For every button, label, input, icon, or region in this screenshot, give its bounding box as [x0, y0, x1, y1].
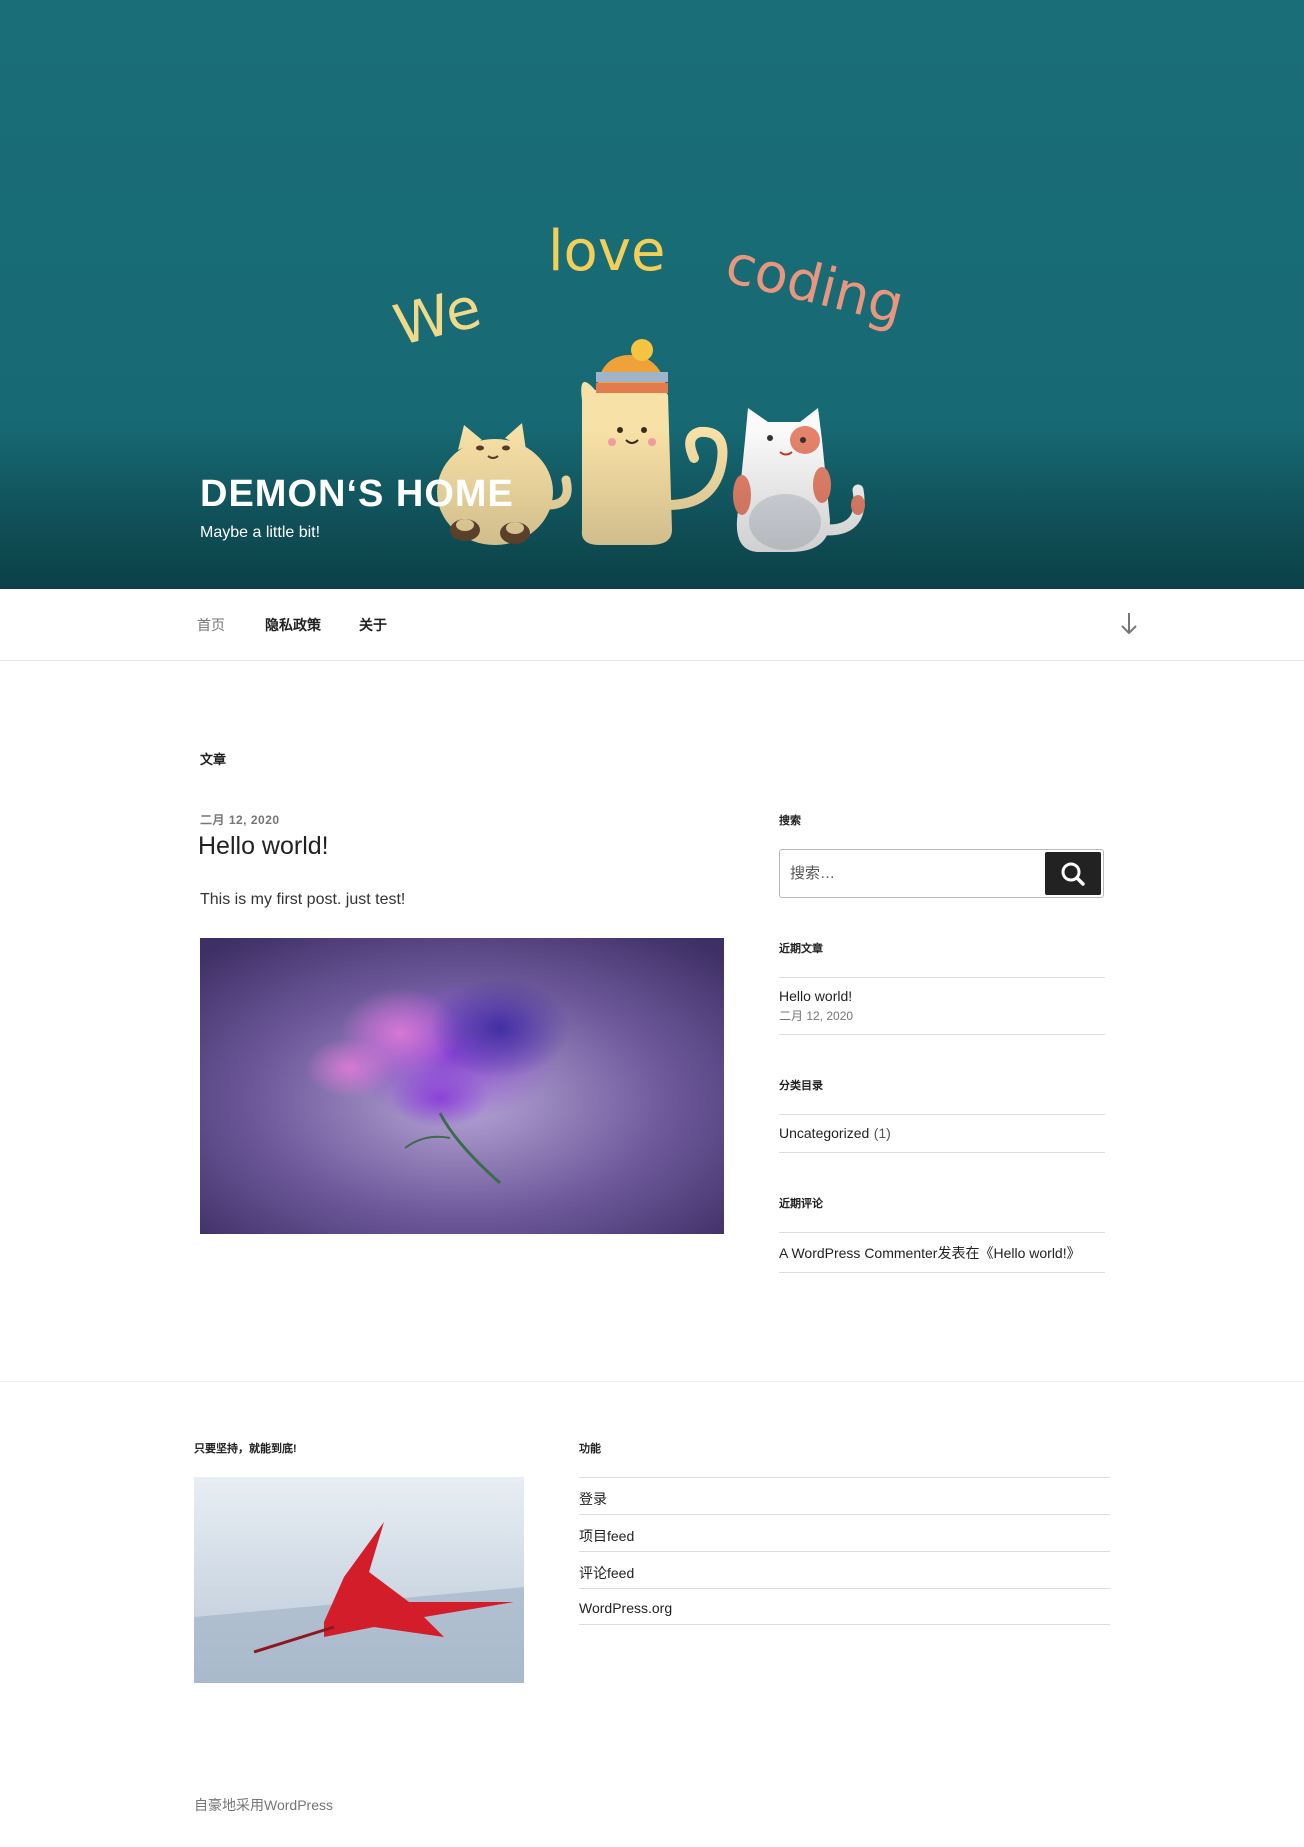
list-item: A WordPress Commenter发表在《Hello world!》 [779, 1232, 1105, 1273]
footer-widget-title-motto: 只要坚持，就能到底! [194, 1443, 297, 1455]
list-item: Uncategorized (1) [779, 1114, 1105, 1153]
site-credit[interactable]: 自豪地采用WordPress [194, 1795, 333, 1815]
comment-author-link[interactable]: A WordPress Commenter [779, 1245, 937, 1261]
recent-comments-list: A WordPress Commenter发表在《Hello world!》 [779, 1232, 1105, 1273]
recent-post-date: 二月 12, 2020 [779, 1009, 854, 1023]
art-word-we: We [388, 275, 488, 359]
widget-title-categories: 分类目录 [779, 1080, 823, 1092]
category-count: (1) [873, 1125, 891, 1141]
widget-title-recent-posts: 近期文章 [779, 943, 823, 955]
category-link[interactable]: Uncategorized [779, 1125, 869, 1141]
footer-divider [0, 1381, 1304, 1382]
art-word-love: love [548, 219, 665, 284]
site-title[interactable]: DEMON‘S HOME [200, 472, 514, 516]
nav-item-home[interactable]: 首页 [197, 615, 225, 635]
art-word-coding: coding [720, 232, 910, 337]
search-icon [1061, 862, 1085, 886]
list-item: Hello world! 二月 12, 2020 [779, 977, 1105, 1035]
widget-title-search: 搜索 [779, 815, 801, 827]
recent-posts-list: Hello world! 二月 12, 2020 [779, 977, 1105, 1035]
site-description: Maybe a little bit! [200, 524, 321, 541]
comments-feed-link[interactable]: 评论feed [579, 1565, 634, 1581]
search-form [779, 849, 1104, 898]
meta-links-list: 登录 项目feed 评论feed WordPress.org [579, 1477, 1110, 1625]
login-link[interactable]: 登录 [579, 1491, 607, 1507]
entries-feed-link[interactable]: 项目feed [579, 1528, 634, 1544]
nav-item-privacy[interactable]: 隐私政策 [265, 615, 321, 635]
site-header: We love coding DEMON‘S HOME Maybe a litt… [0, 0, 1304, 589]
footer-leaf-image [194, 1477, 524, 1683]
list-item: 登录 [579, 1477, 1110, 1514]
post-date[interactable]: 二月 12, 2020 [200, 811, 280, 828]
categories-list: Uncategorized (1) [779, 1114, 1105, 1153]
arrow-down-icon[interactable] [1119, 611, 1139, 637]
site-branding: DEMON‘S HOME Maybe a little bit! [200, 472, 514, 542]
search-button[interactable] [1045, 852, 1101, 895]
list-item: 评论feed [579, 1551, 1110, 1588]
widget-title-recent-comments: 近期评论 [779, 1198, 823, 1210]
main-navigation: 首页 隐私政策 关于 [0, 589, 1304, 661]
list-item: WordPress.org [579, 1588, 1110, 1625]
archive-title: 文章 [200, 752, 227, 767]
post-excerpt: This is my first post. just test! [200, 891, 406, 908]
list-item: 项目feed [579, 1514, 1110, 1551]
header-gradient-overlay [0, 429, 1304, 589]
wordpress-org-link[interactable]: WordPress.org [579, 1600, 672, 1616]
footer-widget-title-meta: 功能 [579, 1443, 601, 1455]
post-featured-image[interactable] [200, 938, 724, 1234]
post-title[interactable]: Hello world! [198, 832, 329, 861]
search-input[interactable] [790, 850, 1040, 897]
nav-item-about[interactable]: 关于 [359, 615, 387, 635]
comment-post-link[interactable]: 发表在《Hello world!》 [937, 1245, 1080, 1261]
recent-post-link[interactable]: Hello world! [779, 988, 1105, 1004]
